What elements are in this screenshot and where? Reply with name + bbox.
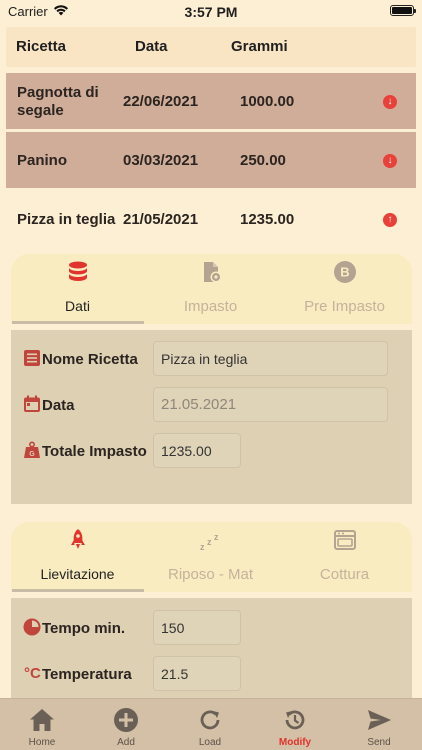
row-date: 03/03/2021 — [123, 152, 199, 169]
process-details-panel: Tempo min. °C Temperatura — [11, 598, 412, 698]
field-date: Data — [23, 387, 403, 423]
row-name: Pizza in teglia — [17, 211, 116, 228]
table-header: Ricetta Data Grammi — [6, 27, 416, 67]
tab-label: Pre Impasto — [304, 298, 385, 315]
status-bar: Carrier 3:57 PM — [0, 0, 422, 24]
table-row[interactable]: Pagnotta di segale 22/06/2021 1000.00 ↓ — [6, 73, 416, 129]
row-date: 22/06/2021 — [123, 93, 199, 110]
process-tabs: Lievitazione z z z Riposo - Mat Cottura — [11, 522, 412, 592]
table-row[interactable]: Panino 03/03/2021 250.00 ↓ — [6, 132, 416, 188]
modify-icon — [285, 710, 305, 730]
list-icon — [24, 350, 40, 366]
header-recipe: Ricetta — [16, 38, 67, 55]
temperature-input[interactable] — [153, 656, 241, 691]
active-tab-indicator — [12, 589, 144, 592]
tab-bar-label: Home — [28, 737, 56, 748]
battery-icon — [390, 5, 416, 16]
tab-riposo[interactable]: z z z Riposo - Mat — [144, 522, 277, 592]
row-name: Panino — [17, 152, 68, 169]
svg-text:z: z — [207, 537, 212, 547]
tab-label: Impasto — [183, 298, 238, 315]
active-tab-indicator — [12, 321, 144, 324]
total-dough-label: Totale Impasto — [42, 443, 147, 460]
field-total-dough: G Totale Impasto — [23, 433, 403, 469]
tab-bar-label: Add — [117, 737, 135, 748]
load-icon — [200, 710, 220, 730]
celsius-icon: °C — [24, 665, 41, 682]
tab-bar-label: Load — [198, 737, 222, 748]
tab-impasto[interactable]: Impasto — [144, 254, 277, 324]
calendar-icon — [24, 395, 40, 412]
row-date: 21/05/2021 — [123, 211, 199, 228]
total-dough-input[interactable] — [153, 433, 241, 468]
row-grams: 250.00 — [240, 152, 286, 169]
field-time: Tempo min. — [23, 610, 403, 646]
oven-icon — [334, 530, 356, 550]
arrow-down-icon[interactable]: ↓ — [383, 154, 397, 168]
tab-bar-send[interactable]: Send — [337, 699, 421, 750]
header-grams: Grammi — [231, 38, 288, 55]
recipe-details-panel: Nome Ricetta Data G Totale Impasto — [11, 330, 412, 504]
tab-bar-label: Send — [367, 737, 391, 748]
field-temperature: °C Temperatura — [23, 656, 403, 692]
tab-bar-modify[interactable]: Modify — [253, 699, 337, 750]
tab-bar-add[interactable]: Add — [84, 699, 168, 750]
time-input[interactable] — [153, 610, 241, 645]
recipe-name-label: Nome Ricetta — [42, 351, 138, 368]
row-name: Pagnotta di segale — [17, 84, 99, 119]
temperature-label: Temperatura — [42, 666, 132, 683]
date-label: Data — [42, 397, 75, 414]
tab-label: Lievitazione — [40, 566, 115, 582]
svg-text:z: z — [200, 542, 205, 552]
database-icon — [69, 261, 87, 281]
tab-bar-home[interactable]: Home — [0, 699, 84, 750]
row-grams: 1235.00 — [240, 211, 295, 228]
svg-text:G: G — [29, 451, 35, 458]
arrow-down-icon[interactable]: ↓ — [383, 95, 397, 109]
arrow-up-icon[interactable]: ↑ — [383, 213, 397, 227]
tab-dati[interactable]: Dati — [11, 254, 144, 324]
row-grams: 1000.00 — [240, 93, 295, 110]
tab-label: Cottura — [319, 566, 370, 583]
tab-bar-label: Modify — [278, 737, 312, 748]
tab-label: Dati — [65, 298, 90, 314]
tab-lievitazione[interactable]: Lievitazione — [11, 522, 144, 592]
send-icon — [368, 710, 391, 730]
field-recipe-name: Nome Ricetta — [23, 341, 403, 377]
svg-text:B: B — [340, 265, 349, 280]
table-row[interactable]: Pizza in teglia 21/05/2021 1235.00 ↑ — [6, 191, 416, 247]
detail-tabs: Dati Impasto B Pre Impasto — [11, 254, 412, 324]
tab-bar-load[interactable]: Load — [168, 699, 252, 750]
document-gear-icon — [204, 262, 222, 283]
circle-b-icon: B — [334, 261, 356, 283]
recipe-name-input[interactable] — [153, 341, 388, 376]
tab-pre-impasto[interactable]: B Pre Impasto — [278, 254, 411, 324]
clock: 3:57 PM — [184, 4, 238, 20]
weight-icon: G — [24, 441, 40, 458]
svg-text:z: z — [214, 532, 219, 542]
zzz-icon: z z z — [200, 532, 219, 552]
bottom-tab-bar: Home Add Load Modify Send — [0, 698, 422, 750]
date-input[interactable] — [153, 387, 388, 422]
timer-icon — [23, 618, 41, 636]
time-label: Tempo min. — [42, 620, 126, 637]
tab-label: Riposo - Mat — [167, 566, 254, 583]
header-date: Data — [135, 38, 168, 55]
tab-cottura[interactable]: Cottura — [278, 522, 411, 592]
home-icon — [30, 709, 54, 731]
rocket-icon — [71, 529, 85, 549]
add-icon — [114, 708, 138, 732]
